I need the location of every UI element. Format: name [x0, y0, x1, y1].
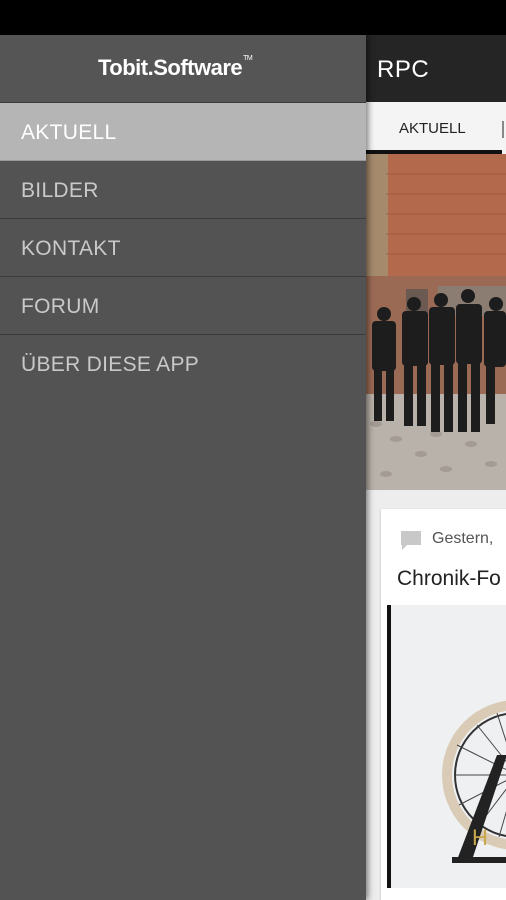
- tab-label: AKTUELL: [399, 120, 466, 137]
- post-title: Chronik-Fo: [397, 567, 501, 590]
- menu-item-ueber-diese-app[interactable]: ÜBER DIESE APP: [0, 335, 366, 393]
- menu-item-label: BILDER: [21, 179, 99, 202]
- app-title: RPC: [377, 56, 430, 83]
- post-card[interactable]: Gestern, Chronik-Fo H: [381, 509, 506, 900]
- app-bar: RPC: [366, 35, 506, 102]
- menu-item-aktuell[interactable]: AKTUELL: [0, 103, 366, 161]
- menu-item-label: FORUM: [21, 295, 100, 318]
- menu-item-forum[interactable]: FORUM: [0, 277, 366, 335]
- tab-aktuell[interactable]: AKTUELL: [366, 102, 502, 154]
- comment-icon: [399, 528, 423, 552]
- menu-item-label: AKTUELL: [21, 121, 117, 144]
- drawer-header: Tobit.SoftwareTM: [0, 35, 366, 103]
- svg-text:H: H: [472, 825, 488, 850]
- menu-item-label: ÜBER DIESE APP: [21, 353, 200, 376]
- tab-bar: AKTUELL: [366, 102, 506, 155]
- tab-divider: [502, 121, 504, 138]
- hero-image[interactable]: [366, 154, 506, 490]
- menu-item-label: KONTAKT: [21, 237, 121, 260]
- status-bar: [0, 0, 506, 35]
- drawer-menu: AKTUELL BILDER KONTAKT FORUM ÜBER DIESE …: [0, 103, 366, 393]
- post-image[interactable]: H: [387, 605, 506, 888]
- menu-item-bilder[interactable]: BILDER: [0, 161, 366, 219]
- post-date: Gestern,: [432, 530, 494, 547]
- navigation-drawer: Tobit.SoftwareTM AKTUELL BILDER KONTAKT …: [0, 35, 366, 900]
- tobit-software-logo: Tobit.SoftwareTM: [98, 55, 253, 80]
- main-content: RPC AKTUELL Gestern, Chronik-Fo H: [366, 35, 506, 900]
- menu-item-kontakt[interactable]: KONTAKT: [0, 219, 366, 277]
